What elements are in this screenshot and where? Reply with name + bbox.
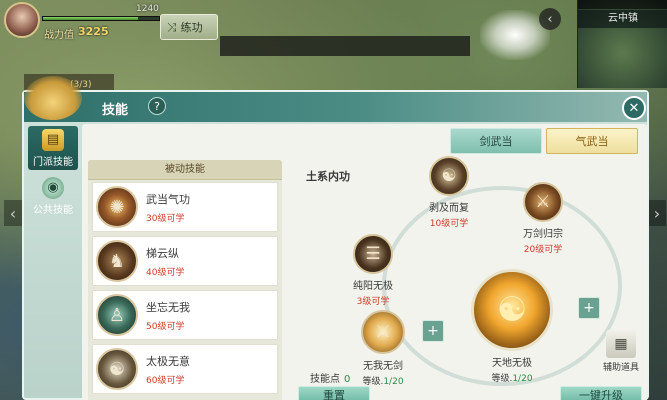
plus-icon: + — [583, 300, 595, 316]
minimap[interactable]: 云中镇 — [577, 0, 667, 88]
right-arrow-icon[interactable]: › — [648, 200, 666, 226]
skill-panel: 技能 ? ✕ ▤ 门派技能 ◉ 公共技能 剑武当 气武当 被动技能 ✺ 武当气功… — [22, 76, 649, 400]
power-label: 战力值 — [44, 30, 74, 41]
hp-value: 1240 — [136, 4, 159, 14]
list-item[interactable]: ☯ 太极无意 60级可学 — [92, 344, 278, 394]
skill-requirement: 60级可学 — [146, 375, 185, 386]
taiji-icon: ☯ — [429, 156, 469, 196]
skill-requirement: 50级可学 — [146, 321, 185, 332]
wudang-qigong-icon: ✺ — [96, 186, 138, 228]
skill-name: 武当气功 — [146, 192, 190, 206]
orb-icon: ◉ — [42, 176, 64, 199]
tab-label: 门派技能 — [33, 156, 73, 168]
tab-label: 公共技能 — [33, 204, 73, 216]
list-item[interactable]: ♙ 坐忘无我 50级可学 — [92, 290, 278, 340]
node-requirement: 3级可学 — [356, 297, 390, 307]
skill-node-chunyang[interactable]: ☰ 纯阳无极 3级可学 — [328, 234, 418, 307]
left-arrow-icon[interactable]: ‹ — [4, 200, 22, 226]
passive-skill-list: 被动技能 ✺ 武当气功 30级可学 ♞ 梯云纵 40级可学 ♙ 坐忘无我 50级… — [88, 160, 282, 400]
hp-bar — [42, 16, 160, 21]
aux-tool-button[interactable]: ▦ 辅助道具 — [596, 330, 646, 373]
node-name: 无我无剑 — [363, 361, 403, 372]
skill-requirement: 40级可学 — [146, 267, 185, 278]
skill-name: 太极无意 — [146, 354, 190, 368]
scroll-icon: ▤ — [42, 128, 64, 151]
hp-bar-fill — [43, 17, 139, 20]
tab-sect-skills[interactable]: ▤ 门派技能 — [28, 126, 78, 170]
taiji-glow-icon: ☯ — [471, 269, 553, 351]
skill-content: 剑武当 气武当 被动技能 ✺ 武当气功 30级可学 ♞ 梯云纵 40级可学 ♙ — [82, 124, 647, 400]
status-strip — [578, 0, 667, 9]
practice-label: 练功 — [180, 21, 203, 34]
meditation-icon: ♙ — [96, 294, 138, 336]
tiyunzong-icon: ♞ — [96, 240, 138, 282]
list-item[interactable]: ♞ 梯云纵 40级可学 — [92, 236, 278, 286]
minimap-location: 云中镇 — [578, 10, 667, 28]
add-point-button[interactable]: + — [578, 297, 600, 319]
help-icon[interactable]: ? — [148, 97, 166, 115]
node-name: 天地无极 — [492, 358, 532, 369]
tab-sword-wudang[interactable]: 剑武当 — [450, 128, 542, 154]
toolbox-icon: ▦ — [606, 330, 636, 358]
node-level: 等级.1/20 — [362, 377, 404, 387]
chevron-left-icon: ‹ — [547, 11, 553, 27]
plus-icon: + — [427, 323, 439, 339]
skill-name: 梯云纵 — [146, 246, 179, 260]
skill-points: 技能点 0 — [310, 370, 350, 385]
back-arrow-button[interactable]: ‹ — [539, 8, 561, 30]
skill-requirement: 30级可学 — [146, 213, 185, 224]
tab-qi-wudang[interactable]: 气武当 — [546, 128, 638, 154]
qilin-emblem-icon — [24, 76, 82, 120]
taiji-icon: ☯ — [96, 348, 138, 390]
side-tabs: ▤ 门派技能 ◉ 公共技能 — [28, 126, 78, 276]
skill-node-tiandi[interactable]: ☯ 天地无极 等级.1/20 — [452, 269, 572, 384]
passive-list-header: 被动技能 — [88, 160, 282, 180]
bagua-icon: ☰ — [353, 234, 393, 274]
close-icon: ✕ — [628, 100, 640, 116]
add-point-button[interactable]: + — [422, 320, 444, 342]
node-requirement: 20级可学 — [523, 245, 563, 255]
node-name: 万剑归宗 — [523, 229, 563, 240]
node-level: 等级.1/20 — [491, 374, 533, 384]
close-button[interactable]: ✕ — [622, 96, 646, 120]
tab-common-skills[interactable]: ◉ 公共技能 — [28, 174, 78, 218]
node-name: 剥及而复 — [429, 203, 469, 214]
skill-node-wanjian[interactable]: ⚔ 万剑归宗 20级可学 — [498, 182, 588, 255]
skill-points-value: 0 — [344, 374, 351, 385]
panel-title: 技能 — [102, 103, 129, 118]
reset-button[interactable]: 重置 — [298, 386, 370, 400]
aux-tool-label: 辅助道具 — [602, 363, 639, 373]
blades-icon: ⚔ — [361, 310, 405, 354]
skill-node-wuwujian[interactable]: ⚔ 无我无剑 等级.1/20 — [338, 310, 428, 387]
node-name: 纯阳无极 — [353, 281, 393, 292]
power-value: 3225 — [78, 25, 109, 38]
arrows-icon: ⤨ — [167, 19, 177, 34]
node-requirement: 10级可学 — [429, 219, 469, 229]
skill-name: 坐忘无我 — [146, 300, 190, 314]
upgrade-all-button[interactable]: 一键升级 — [560, 386, 642, 400]
player-avatar[interactable] — [4, 2, 40, 38]
skill-node-bofu[interactable]: ☯ 剥及而复 10级可学 — [404, 156, 494, 229]
sword-rain-icon: ⚔ — [523, 182, 563, 222]
tree-title: 土系内功 — [306, 170, 350, 183]
skill-points-label: 技能点 — [310, 374, 340, 385]
notification-strip — [220, 36, 470, 56]
list-item[interactable]: ✺ 武当气功 30级可学 — [92, 182, 278, 232]
practice-button[interactable]: ⤨ 练功 — [160, 14, 218, 40]
